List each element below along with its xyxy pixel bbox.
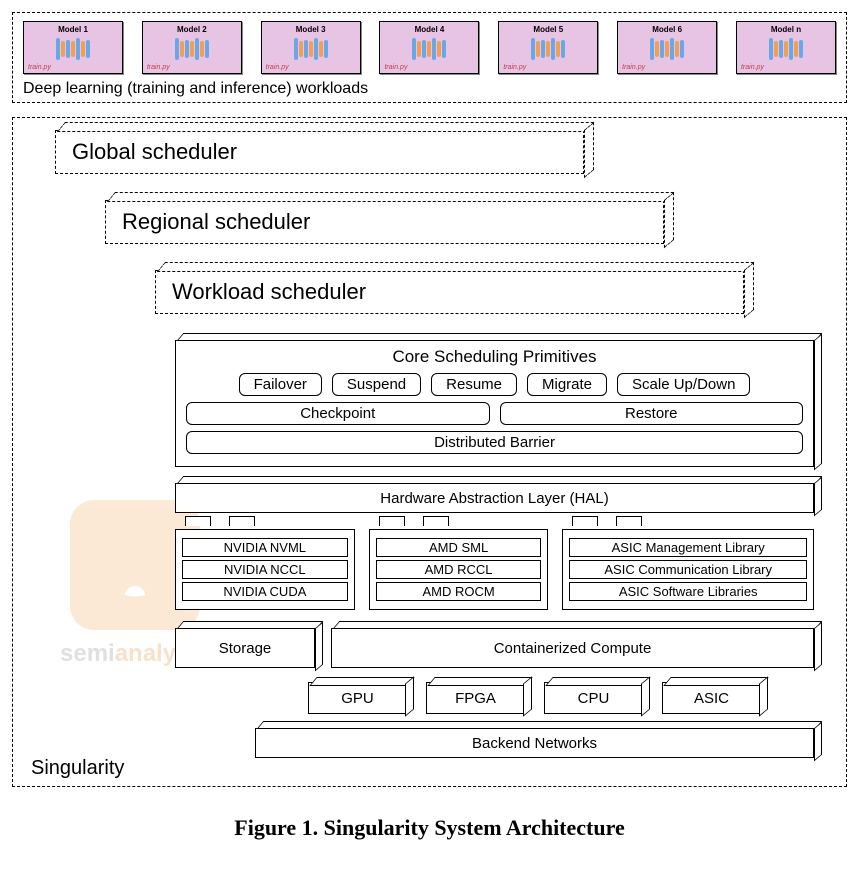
models-row: Model 1 train.py Model 2 train.py Model … — [23, 21, 836, 74]
model-icon — [28, 36, 118, 62]
workloads-caption: Deep learning (training and inference) w… — [23, 76, 836, 98]
system-label: Singularity — [31, 757, 124, 780]
figure-caption: Figure 1. Singularity System Architectur… — [12, 815, 847, 841]
model-icon — [147, 36, 237, 62]
workload-scheduler: Workload scheduler — [155, 270, 744, 314]
lib-item: ASIC Communication Library — [569, 560, 807, 579]
global-scheduler: Global scheduler — [55, 130, 584, 174]
lib-item: NVIDIA NCCL — [182, 560, 348, 579]
model-card: Model 2 train.py — [142, 21, 242, 74]
model-title: Model 1 — [28, 25, 118, 34]
regional-scheduler: Regional scheduler — [105, 200, 664, 244]
primitive: Scale Up/Down — [617, 373, 750, 396]
compute-block: Containerized Compute — [331, 628, 814, 668]
lib-item: AMD ROCM — [376, 582, 542, 601]
primitive: Distributed Barrier — [186, 431, 803, 454]
chip: FPGA — [426, 682, 526, 714]
chips-row: GPU FPGA CPU ASIC — [255, 682, 814, 714]
core-title: Core Scheduling Primitives — [186, 347, 803, 367]
asic-libs: ASIC Management Library ASIC Communicati… — [562, 529, 814, 610]
nvidia-libs: NVIDIA NVML NVIDIA NCCL NVIDIA CUDA — [175, 529, 355, 610]
workloads-panel: Model 1 train.py Model 2 train.py Model … — [12, 12, 847, 103]
lib-item: AMD SML — [376, 538, 542, 557]
lib-item: NVIDIA CUDA — [182, 582, 348, 601]
lib-item: ASIC Software Libraries — [569, 582, 807, 601]
primitive: Suspend — [332, 373, 421, 396]
singularity-panel: Global scheduler Regional scheduler Work… — [12, 117, 847, 787]
model-icon — [741, 36, 831, 62]
hal-block: Hardware Abstraction Layer (HAL) — [175, 483, 814, 513]
chip: GPU — [308, 682, 408, 714]
backend-networks: Backend Networks — [255, 728, 814, 758]
lib-item: NVIDIA NVML — [182, 538, 348, 557]
model-icon — [384, 36, 474, 62]
chip: ASIC — [662, 682, 762, 714]
model-card: Model 5 train.py — [498, 21, 598, 74]
model-icon — [266, 36, 356, 62]
primitive: Resume — [431, 373, 517, 396]
lib-item: ASIC Management Library — [569, 538, 807, 557]
model-icon — [503, 36, 593, 62]
model-card: Model n train.py — [736, 21, 836, 74]
model-card: Model 1 train.py — [23, 21, 123, 74]
core-primitives-block: Core Scheduling Primitives Failover Susp… — [175, 340, 814, 467]
chip: CPU — [544, 682, 644, 714]
storage-block: Storage — [175, 628, 315, 668]
primitive: Failover — [239, 373, 322, 396]
lib-item: AMD RCCL — [376, 560, 542, 579]
primitive: Checkpoint — [186, 402, 490, 425]
model-sub: train.py — [28, 64, 118, 71]
model-card: Model 3 train.py — [261, 21, 361, 74]
model-icon — [622, 36, 712, 62]
amd-libs: AMD SML AMD RCCL AMD ROCM — [369, 529, 549, 610]
primitive: Migrate — [527, 373, 607, 396]
model-card: Model 4 train.py — [379, 21, 479, 74]
primitive: Restore — [500, 402, 804, 425]
model-card: Model 6 train.py — [617, 21, 717, 74]
